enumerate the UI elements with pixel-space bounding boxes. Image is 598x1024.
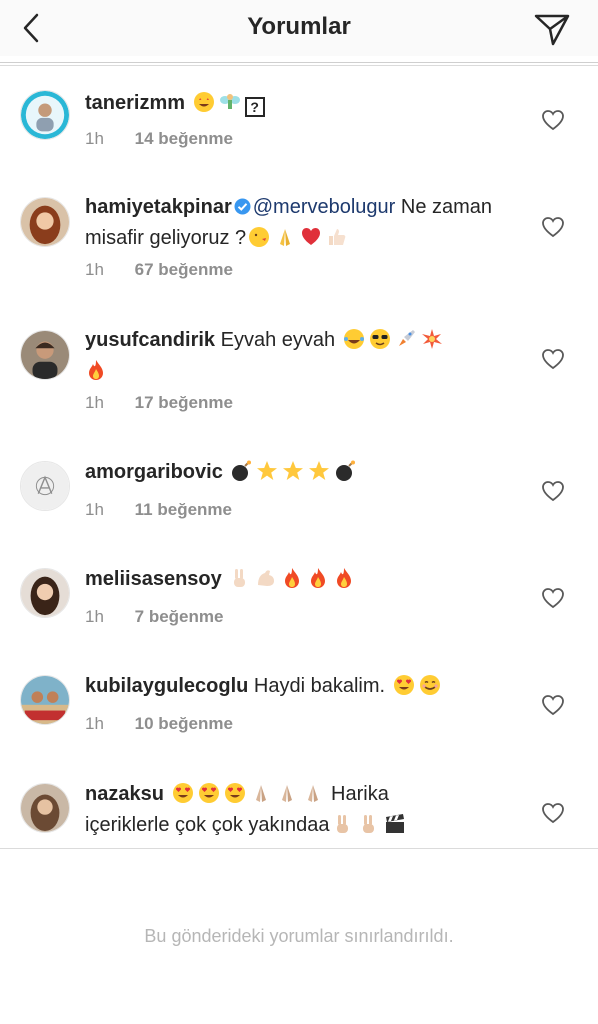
comment-username[interactable]: amorgaribovic [85,461,223,483]
victory-hand-emoji-icon [332,813,354,835]
fire-emoji-icon [307,567,329,589]
comment-time: 1h [85,129,104,148]
star-emoji-icon [256,460,278,482]
comment-time: 1h [85,607,104,626]
verified-badge-icon [234,194,251,215]
red-heart-emoji-icon [300,226,322,248]
comment-likes[interactable]: 10 beğenme [135,714,233,733]
comment-text [223,461,229,483]
comment-username[interactable]: tanerizmm [85,92,185,114]
star-emoji-icon [308,460,330,482]
unknown-glyph-icon: ? [244,97,265,117]
thumbs-up-emoji-icon [326,226,348,248]
heart-eyes-emoji-icon [172,782,194,804]
comment-time: 1h [85,260,104,279]
heart-icon[interactable] [541,109,565,131]
heart-eyes-emoji-icon [198,782,220,804]
fire-emoji-icon [281,567,303,589]
fairy-emoji-icon [219,91,241,113]
heart-icon[interactable] [541,587,565,609]
comment-likes[interactable]: 17 beğenme [135,393,233,412]
heart-icon[interactable] [541,480,565,502]
star-struck-emoji-icon [193,91,215,113]
avatar[interactable] [20,461,70,511]
tears-of-joy-emoji-icon [343,328,365,350]
comment-time: 1h [85,714,104,733]
comment-username[interactable]: hamiyetakpinar [85,196,232,218]
fire-emoji-icon [85,359,107,381]
header-divider-2 [0,65,598,66]
comment-text: Harika [325,783,389,805]
avatar[interactable] [20,783,70,833]
heart-icon[interactable] [541,694,565,716]
collision-emoji-icon [421,328,443,350]
heart-eyes-emoji-icon [224,782,246,804]
comment-time: 1h [85,500,104,519]
comments-restricted-notice: Bu gönderideki yorumlar sınırlandırıldı. [144,926,454,946]
folded-hands-emoji-icon [302,782,324,804]
victory-hand-emoji-icon [358,813,380,835]
folded-hands-emoji-icon [250,782,272,804]
comment-likes[interactable]: 14 beğenme [135,129,233,148]
smiling-face-emoji-icon [419,674,441,696]
heart-eyes-emoji-icon [393,674,415,696]
bomb-emoji-icon [334,460,356,482]
page-title: Yorumlar [247,13,351,40]
comment-likes[interactable]: 67 beğenme [135,260,233,279]
bomb-emoji-icon [230,460,252,482]
direct-message-icon[interactable] [532,8,572,48]
heart-icon[interactable] [541,802,565,824]
comment-time: 1h [85,393,104,412]
victory-hand-emoji-icon [229,567,251,589]
fire-emoji-icon [333,567,355,589]
avatar[interactable] [20,675,70,725]
comment-text-continued: içeriklerle çok çok yakındaa [85,814,330,836]
comment-text: Eyvah eyvah [215,329,341,351]
star-emoji-icon [282,460,304,482]
avatar[interactable] [20,568,70,618]
avatar[interactable] [20,330,70,380]
heart-icon[interactable] [541,348,565,370]
comment-text: Haydi bakalim. [248,675,391,697]
comments-end-divider [0,848,598,849]
comment-text [222,568,228,590]
sunglasses-emoji-icon [369,328,391,350]
comment-likes[interactable]: 7 beğenme [135,607,224,626]
folded-hands-emoji-icon [274,226,296,248]
header-divider [0,62,598,63]
rocket-emoji-icon [395,328,417,350]
face-blowing-kiss-emoji-icon [248,226,270,248]
folded-hands-emoji-icon [276,782,298,804]
heart-icon[interactable] [541,216,565,238]
clapper-board-emoji-icon [384,813,406,835]
avatar[interactable] [20,90,70,140]
comment-likes[interactable]: 11 beğenme [135,500,232,519]
comment-username[interactable]: kubilaygulecoglu [85,675,248,697]
avatar[interactable] [20,197,70,247]
flexed-biceps-emoji-icon [255,567,277,589]
comment-username[interactable]: yusufcandirik [85,329,215,351]
comment-mention[interactable]: @mervebolugur [253,196,396,218]
comment-username[interactable]: nazaksu [85,783,164,805]
top-nav-bar: Yorumlar [0,0,598,56]
comment-username[interactable]: meliisasensoy [85,568,222,590]
